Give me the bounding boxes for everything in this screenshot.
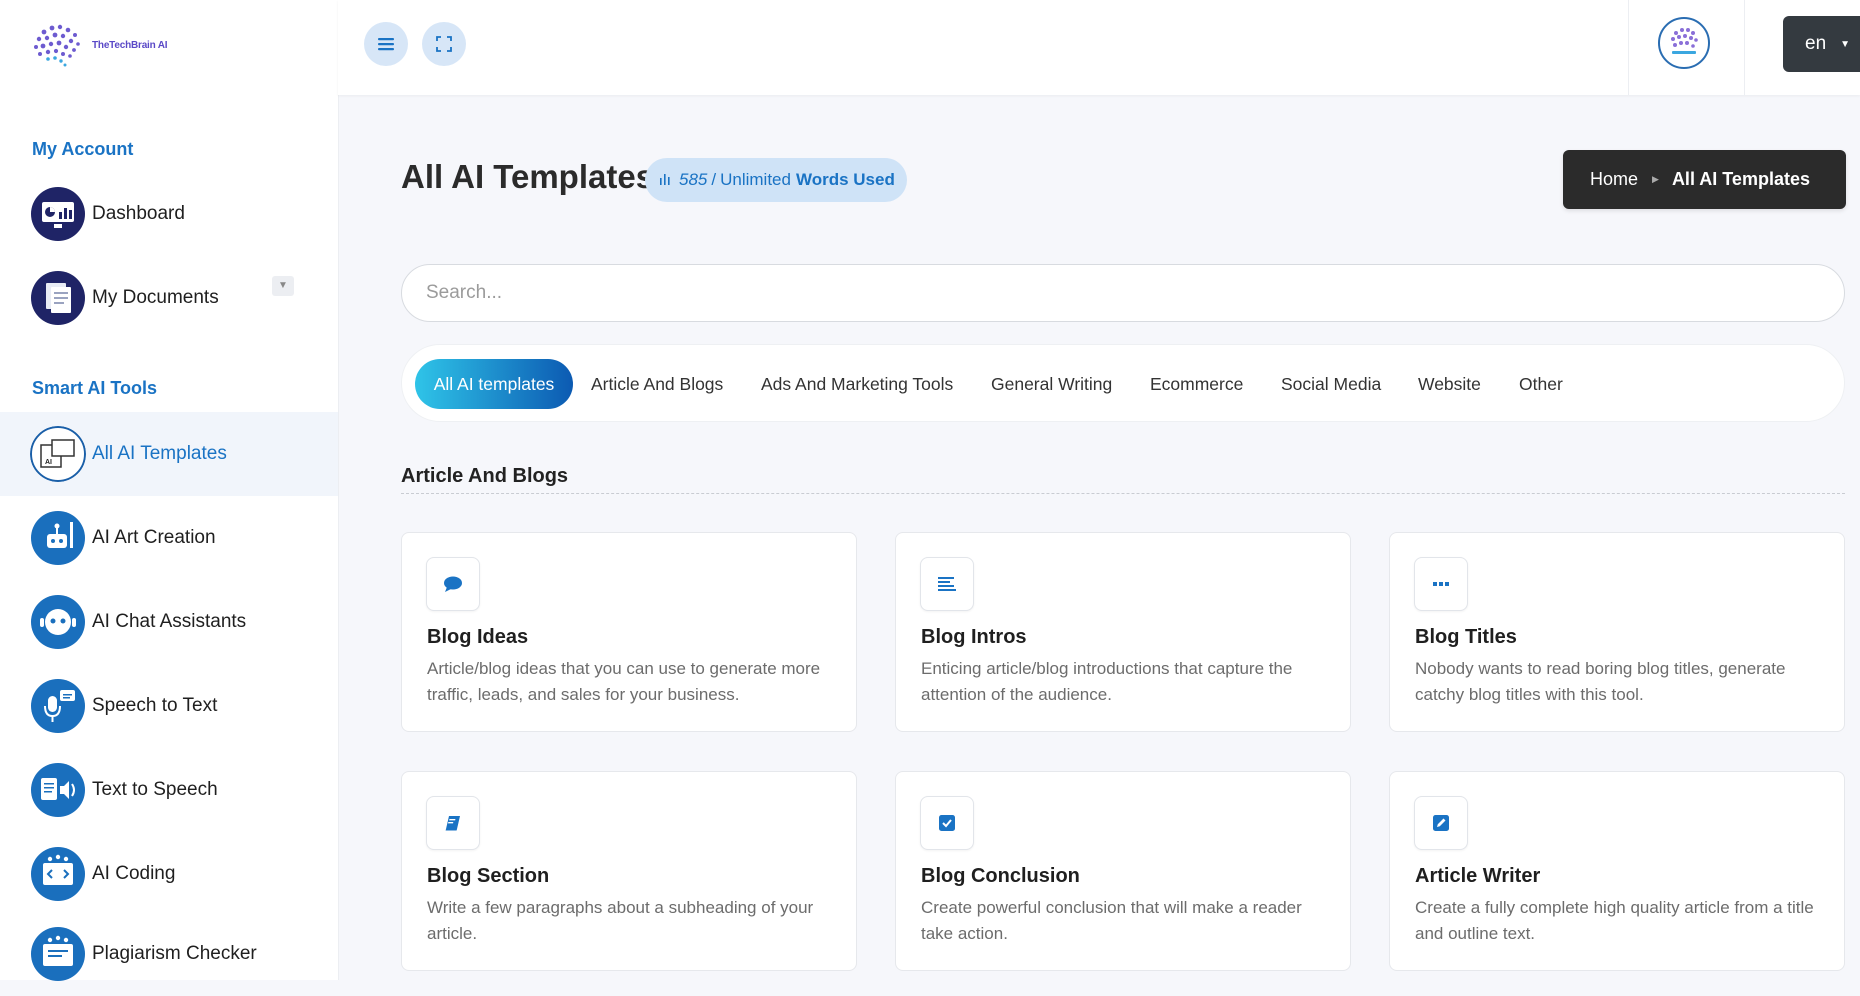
svg-text:AI: AI — [45, 459, 52, 466]
category-tabs: All AI templates Article And Blogs Ads A… — [401, 344, 1845, 422]
breadcrumb-current: All AI Templates — [1671, 169, 1810, 189]
topbar-divider — [1744, 0, 1745, 95]
topbar — [338, 0, 1860, 95]
tab-all-ai-templates[interactable]: All AI templates — [415, 359, 573, 409]
edit-icon — [1414, 796, 1468, 850]
template-card-blog-titles[interactable]: Blog Titles Nobody wants to read boring … — [1389, 532, 1845, 732]
card-title: Article Writer — [1415, 865, 1541, 887]
page-title: All AI Templates — [401, 158, 655, 195]
template-card-article-writer[interactable]: Article Writer Create a fully complete h… — [1389, 771, 1845, 971]
sidebar-item-my-documents[interactable]: My Documents ▼ — [0, 256, 338, 340]
sidebar-item-speech-to-text[interactable]: Speech to Text — [0, 664, 338, 748]
card-description: Create powerful conclusion that will mak… — [921, 898, 1302, 943]
plagiarism-icon — [31, 927, 85, 981]
card-title: Blog Section — [427, 865, 550, 887]
breadcrumb-home-link[interactable]: Home — [1590, 169, 1638, 190]
align-left-icon — [920, 557, 974, 611]
tab-website[interactable]: Website — [1418, 359, 1481, 409]
card-description: Create a fully complete high quality art… — [1415, 898, 1814, 943]
language-value: en — [1805, 33, 1827, 54]
robot-art-icon — [31, 511, 85, 565]
template-card-blog-conclusion[interactable]: Blog Conclusion Create powerful conclusi… — [895, 771, 1351, 971]
avatar-brain-icon — [1671, 28, 1698, 54]
sidebar-item-label: AI Art Creation — [92, 527, 216, 548]
brain-logo-icon — [34, 24, 80, 67]
sidebar-item-text-to-speech[interactable]: Text to Speech — [0, 748, 338, 832]
card-title: Blog Intros — [921, 626, 1027, 648]
template-card-blog-intros[interactable]: Blog Intros Enticing article/blog introd… — [895, 532, 1351, 732]
section-label-my-account: My Account — [32, 139, 134, 159]
section-divider — [401, 493, 1845, 494]
search-input[interactable] — [401, 264, 1845, 322]
sidebar-item-label: Dashboard — [92, 203, 185, 224]
chevron-right-icon: ▶ — [1652, 174, 1659, 184]
menu-toggle-button[interactable] — [364, 22, 408, 66]
sidebar-item-label: All AI Templates — [92, 443, 227, 464]
card-title: Blog Ideas — [427, 626, 529, 648]
template-card-blog-ideas[interactable]: Blog Ideas Article/blog ideas that you c… — [401, 532, 857, 732]
book-icon — [426, 796, 480, 850]
card-description: Article/blog ideas that you can use to g… — [427, 659, 821, 704]
card-title: Blog Titles — [1415, 626, 1517, 648]
hamburger-icon — [378, 38, 394, 51]
words-limit: Unlimited — [720, 170, 791, 189]
tab-social-media[interactable]: Social Media — [1281, 359, 1381, 409]
words-separator: / — [711, 170, 717, 189]
sidebar-item-plagiarism-checker[interactable]: Plagiarism Checker — [0, 912, 338, 996]
bar-chart-icon — [659, 172, 671, 188]
sidebar-item-dashboard[interactable]: Dashboard — [0, 172, 338, 256]
sidebar-item-label: Plagiarism Checker — [92, 943, 257, 964]
tab-other[interactable]: Other — [1519, 359, 1563, 409]
documents-icon — [31, 271, 85, 325]
check-square-icon — [920, 796, 974, 850]
user-avatar[interactable] — [1658, 17, 1710, 69]
words-used-badge: 585 / Unlimited Words Used — [645, 158, 907, 202]
sidebar-item-ai-art-creation[interactable]: AI Art Creation — [0, 496, 338, 580]
sidebar-item-label: Text to Speech — [92, 779, 218, 800]
tab-ecommerce[interactable]: Ecommerce — [1150, 359, 1243, 409]
ai-templates-icon: AI — [30, 426, 86, 482]
brand-name: TheTechBrain AI — [92, 39, 168, 51]
section-label-smart-ai-tools: Smart AI Tools — [32, 378, 158, 398]
dashboard-icon — [31, 187, 85, 241]
chat-bot-icon — [31, 595, 85, 649]
card-description: Enticing article/blog introductions that… — [921, 659, 1293, 704]
card-description: Nobody wants to read boring blog titles,… — [1415, 659, 1786, 704]
code-icon — [31, 847, 85, 901]
section-title: Article And Blogs — [401, 465, 569, 487]
words-used-count: 585 — [679, 170, 708, 189]
tab-ads-and-marketing-tools[interactable]: Ads And Marketing Tools — [761, 359, 953, 409]
sidebar-item-ai-coding[interactable]: AI Coding — [0, 832, 338, 916]
topbar-divider — [1628, 0, 1629, 95]
brand-logo[interactable]: TheTechBrain AI — [30, 20, 170, 70]
fullscreen-button[interactable] — [422, 22, 466, 66]
tab-general-writing[interactable]: General Writing — [991, 359, 1112, 409]
sidebar: TheTechBrain AI My Account Dashboard My … — [0, 0, 339, 981]
tab-article-and-blogs[interactable]: Article And Blogs — [591, 359, 723, 409]
breadcrumb: Home ▶ All AI Templates — [1563, 150, 1846, 209]
sidebar-item-label: My Documents — [92, 287, 219, 308]
sidebar-item-label: Speech to Text — [92, 695, 218, 716]
card-title: Blog Conclusion — [921, 865, 1080, 887]
sidebar-item-ai-chat-assistants[interactable]: AI Chat Assistants — [0, 580, 338, 664]
microphone-icon — [31, 679, 85, 733]
card-description: Write a few paragraphs about a subheadin… — [427, 898, 814, 943]
sidebar-item-label: AI Coding — [92, 863, 176, 884]
template-card-blog-section[interactable]: Blog Section Write a few paragraphs abou… — [401, 771, 857, 971]
fullscreen-icon — [436, 36, 452, 52]
sidebar-item-all-ai-templates[interactable]: AI All AI Templates — [0, 412, 338, 496]
comment-icon — [426, 557, 480, 611]
speaker-icon — [31, 763, 85, 817]
caret-down-icon: ▼ — [1840, 38, 1851, 50]
ellipsis-icon — [1414, 557, 1468, 611]
words-used-label: Words Used — [795, 170, 895, 189]
sidebar-item-label: AI Chat Assistants — [92, 611, 247, 632]
language-selector[interactable]: en ▼ — [1783, 16, 1860, 72]
chevron-down-icon[interactable]: ▼ — [272, 276, 294, 296]
